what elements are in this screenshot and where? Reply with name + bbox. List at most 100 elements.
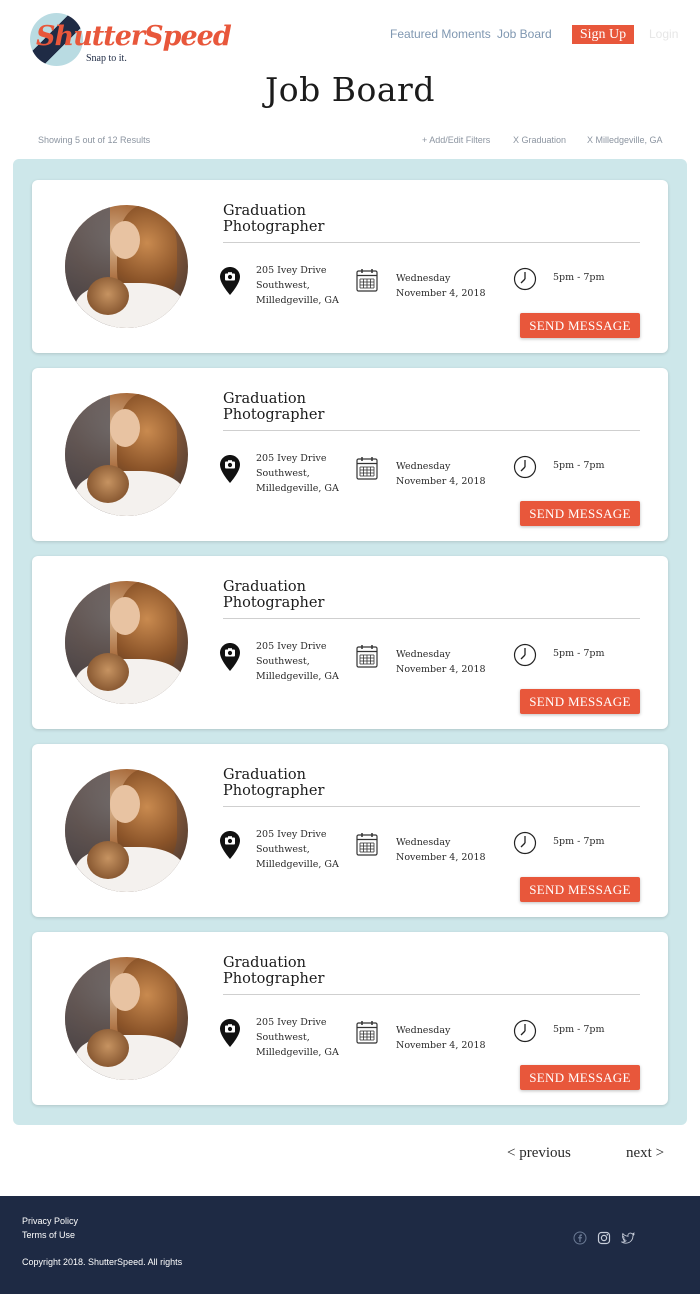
address-line: 205 Ivey Drive	[256, 1017, 327, 1028]
job-title-line: Photographer	[223, 407, 325, 423]
address-line: Southwest,	[256, 656, 310, 667]
send-message-button[interactable]: SEND MESSAGE	[520, 313, 640, 338]
job-title: Graduation Photographer	[223, 955, 363, 987]
divider	[223, 618, 640, 619]
job-date-text: November 4, 2018	[396, 476, 486, 487]
address-line: 205 Ivey Drive	[256, 641, 327, 652]
job-title-line: Photographer	[223, 971, 325, 987]
job-address: 205 Ivey Drive Southwest, Milledgeville,…	[256, 827, 339, 872]
job-address: 205 Ivey Drive Southwest, Milledgeville,…	[256, 1015, 339, 1060]
page-title: Job Board	[265, 70, 435, 109]
calendar-icon	[356, 833, 378, 856]
calendar-icon	[356, 645, 378, 668]
job-title: Graduation Photographer	[223, 391, 363, 423]
login-link[interactable]: Login	[649, 27, 678, 41]
calendar-icon	[356, 269, 378, 292]
location-pin-icon	[220, 643, 240, 671]
job-date: Wednesday November 4, 2018	[396, 647, 486, 677]
photographer-avatar	[65, 205, 188, 328]
send-message-button[interactable]: SEND MESSAGE	[520, 689, 640, 714]
photographer-avatar	[65, 393, 188, 516]
job-title-line: Photographer	[223, 595, 325, 611]
job-day: Wednesday	[396, 461, 451, 472]
photographer-avatar	[65, 769, 188, 892]
address-line: 205 Ivey Drive	[256, 265, 327, 276]
job-date-text: November 4, 2018	[396, 852, 486, 863]
location-pin-icon	[220, 455, 240, 483]
signup-button[interactable]: Sign Up	[572, 25, 634, 44]
job-title: Graduation Photographer	[223, 203, 363, 235]
address-line: Southwest,	[256, 844, 310, 855]
filter-chip-milledgeville[interactable]: X Milledgeville, GA	[587, 135, 663, 145]
address-line: Southwest,	[256, 1032, 310, 1043]
clock-icon	[513, 831, 537, 855]
address-line: 205 Ivey Drive	[256, 829, 327, 840]
address-line: 205 Ivey Drive	[256, 453, 327, 464]
job-card: Graduation Photographer 205 Ivey Drive S…	[32, 744, 668, 917]
job-date: Wednesday November 4, 2018	[396, 271, 486, 301]
address-line: Southwest,	[256, 280, 310, 291]
brand-name: ShutterSpeed	[36, 21, 232, 52]
job-date: Wednesday November 4, 2018	[396, 459, 486, 489]
send-message-button[interactable]: SEND MESSAGE	[520, 1065, 640, 1090]
job-title-line: Graduation	[223, 203, 306, 219]
address-line: Milledgeville, GA	[256, 859, 339, 870]
terms-of-use-link[interactable]: Terms of Use	[22, 1230, 75, 1240]
address-line: Milledgeville, GA	[256, 1047, 339, 1058]
brand-logo[interactable]: ShutterSpeed Snap to it.	[30, 13, 232, 69]
job-title-line: Graduation	[223, 955, 306, 971]
send-message-button[interactable]: SEND MESSAGE	[520, 877, 640, 902]
job-day: Wednesday	[396, 1025, 451, 1036]
job-time: 5pm - 7pm	[553, 648, 605, 659]
job-time: 5pm - 7pm	[553, 460, 605, 471]
send-message-button[interactable]: SEND MESSAGE	[520, 501, 640, 526]
filter-chip-graduation[interactable]: X Graduation	[513, 135, 566, 145]
job-address: 205 Ivey Drive Southwest, Milledgeville,…	[256, 639, 339, 684]
twitter-icon[interactable]	[621, 1231, 635, 1245]
divider	[223, 994, 640, 995]
nav-job-board[interactable]: Job Board	[497, 27, 552, 41]
job-title: Graduation Photographer	[223, 767, 363, 799]
job-date-text: November 4, 2018	[396, 288, 486, 299]
job-date-text: November 4, 2018	[396, 664, 486, 675]
job-date: Wednesday November 4, 2018	[396, 1023, 486, 1053]
divider	[223, 242, 640, 243]
address-line: Milledgeville, GA	[256, 295, 339, 306]
facebook-icon[interactable]	[573, 1231, 587, 1245]
address-line: Milledgeville, GA	[256, 483, 339, 494]
photographer-avatar	[65, 581, 188, 704]
job-title-line: Photographer	[223, 783, 325, 799]
add-edit-filters-link[interactable]: + Add/Edit Filters	[422, 135, 490, 145]
job-time: 5pm - 7pm	[553, 836, 605, 847]
divider	[223, 806, 640, 807]
job-address: 205 Ivey Drive Southwest, Milledgeville,…	[256, 263, 339, 308]
clock-icon	[513, 455, 537, 479]
instagram-icon[interactable]	[597, 1231, 611, 1245]
location-pin-icon	[220, 831, 240, 859]
previous-page-link[interactable]: < previous	[507, 1145, 571, 1162]
clock-icon	[513, 267, 537, 291]
privacy-policy-link[interactable]: Privacy Policy	[22, 1216, 78, 1226]
divider	[223, 430, 640, 431]
brand-tagline: Snap to it.	[86, 53, 127, 64]
job-date: Wednesday November 4, 2018	[396, 835, 486, 865]
results-count: Showing 5 out of 12 Results	[38, 135, 151, 145]
next-page-link[interactable]: next >	[626, 1145, 664, 1162]
job-day: Wednesday	[396, 649, 451, 660]
job-time: 5pm - 7pm	[553, 1024, 605, 1035]
job-title-line: Photographer	[223, 219, 325, 235]
copyright-text: Copyright 2018. ShutterSpeed. All rights	[22, 1257, 183, 1267]
job-address: 205 Ivey Drive Southwest, Milledgeville,…	[256, 451, 339, 496]
calendar-icon	[356, 1021, 378, 1044]
job-title-line: Graduation	[223, 579, 306, 595]
photographer-avatar	[65, 957, 188, 1080]
job-card: Graduation Photographer 205 Ivey Drive S…	[32, 932, 668, 1105]
job-card: Graduation Photographer 205 Ivey Drive S…	[32, 368, 668, 541]
clock-icon	[513, 643, 537, 667]
job-day: Wednesday	[396, 273, 451, 284]
job-title-line: Graduation	[223, 391, 306, 407]
address-line: Milledgeville, GA	[256, 671, 339, 682]
nav-featured-moments[interactable]: Featured Moments	[390, 27, 491, 41]
job-time: 5pm - 7pm	[553, 272, 605, 283]
clock-icon	[513, 1019, 537, 1043]
